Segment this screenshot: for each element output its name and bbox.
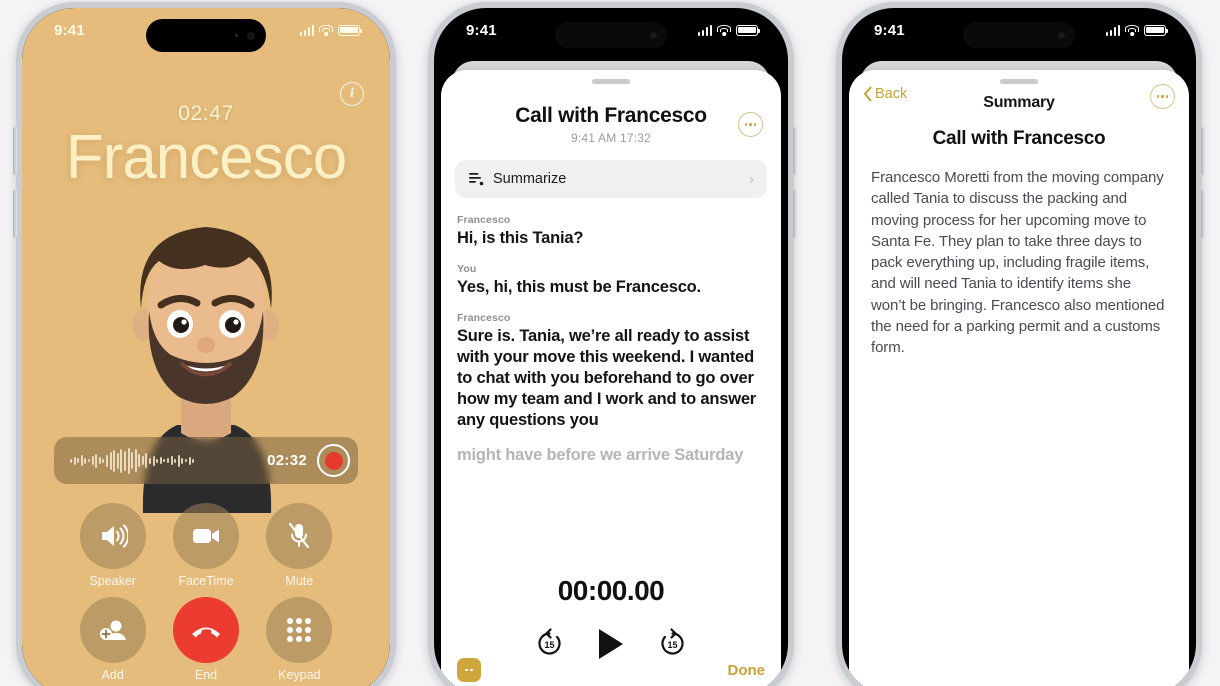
end-label: End [194,668,218,682]
record-stop-button[interactable] [317,444,350,477]
transcript-list: Francesco Hi, is this Tania? You Yes, hi… [441,198,781,466]
caller-name: Francesco [65,123,347,192]
transcript-entry: Francesco Sure is. Tania, we’re all read… [457,312,765,466]
speaker-label: Francesco [457,311,511,324]
play-button[interactable] [599,628,623,659]
chevron-right-icon: › [749,170,754,188]
chevron-left-icon [864,86,872,102]
add-call-button[interactable]: Add [79,597,146,682]
dynamic-island [146,19,266,52]
transcript-header: Call with Francesco 9:41 AM 17:32 [441,70,781,145]
end-call-icon [191,627,220,638]
end-call-button[interactable]: End [172,597,239,682]
phone-transcript-screen: 9:41 Call with Francesco 9:41 AM 17:32 S… [428,2,797,686]
nav-title: Summary [983,94,1055,111]
summary-sheet: Back Summary Call with Francesco Frances… [849,70,1189,686]
speaker-icon [101,524,128,548]
microphone-muted-icon [289,522,310,549]
facetime-button[interactable]: FaceTime [172,503,239,588]
more-options-button[interactable] [1150,84,1175,109]
keypad-icon [287,618,312,642]
skip-back-label: 15 [544,639,555,650]
audio-player: 00:00.00 15 15 [441,575,781,659]
skip-back-15-button[interactable]: 15 [534,628,565,659]
dynamic-island [555,22,667,48]
transcript-text: Yes, hi, this must be Francesco. [457,277,701,296]
status-indicators [697,24,760,36]
battery-icon [736,24,760,36]
battery-icon [1144,24,1168,36]
call-timestamp: 9:41 AM 17:32 [571,131,651,145]
back-button[interactable]: Back [863,86,907,102]
keypad-button[interactable]: Keypad [266,597,333,682]
phone-transcript-display: 9:41 Call with Francesco 9:41 AM 17:32 S… [434,8,788,686]
speaker-button[interactable]: Speaker [79,503,146,588]
wifi-icon [1125,24,1139,36]
transcript-entry: Francesco Hi, is this Tania? [457,214,765,249]
video-camera-icon [192,529,219,543]
call-controls: Speaker FaceTime Mute Add End Keypad [22,503,390,682]
summarize-row[interactable]: Summarize › [455,160,767,198]
cellular-bars-icon [697,24,712,36]
status-time: 9:41 [874,21,905,39]
transcript-text-pending: might have before we arrive Saturday [457,445,744,464]
mute-button[interactable]: Mute [266,503,333,588]
recording-duration: 02:32 [267,452,307,469]
summary-navbar: Back Summary [849,70,1189,122]
status-indicators [1105,24,1168,36]
keypad-label: Keypad [278,668,321,682]
cellular-bars-icon [1105,24,1120,36]
phone-call-display: 9:41 i 02:47 Francesco 02:32 Speaker Fac… [22,8,390,686]
player-controls: 15 15 [441,628,781,659]
skip-forward-15-button[interactable]: 15 [657,628,688,659]
summary-body: Francesco Moretti from the moving compan… [871,169,1165,357]
phone-call-screen: 9:41 i 02:47 Francesco 02:32 Speaker Fac… [13,2,396,686]
speaker-label: Francesco [457,214,511,226]
mute-label: Mute [285,574,314,588]
call-info-icon[interactable]: i [340,82,364,106]
add-label: Add [101,668,124,682]
add-person-icon [99,620,126,640]
facetime-label: FaceTime [178,574,234,588]
transcript-sheet: Call with Francesco 9:41 AM 17:32 Summar… [441,70,781,686]
transcript-text: Hi, is this Tania? [457,229,584,247]
recording-bar[interactable]: 02:32 [54,437,358,484]
done-button[interactable]: Done [728,662,766,679]
captions-button[interactable] [457,658,481,682]
phone-summary-display: 9:41 Back Summary Call with Francesco Fr… [842,8,1196,686]
skip-forward-label: 15 [667,639,678,650]
more-options-button[interactable] [738,112,763,137]
summarize-label: Summarize [493,171,567,187]
phone-summary-screen: 9:41 Back Summary Call with Francesco Fr… [836,2,1205,686]
summarize-icon [469,173,484,186]
speaker-label: Speaker [89,574,136,588]
player-timecode: 00:00.00 [557,575,665,606]
back-label: Back [875,86,908,102]
transcript-entry: You Yes, hi, this must be Francesco. [457,263,765,298]
speaker-label: You [457,262,477,275]
transcript-text: Sure is. Tania, we’re all ready to assis… [457,326,757,429]
dynamic-island [963,22,1075,48]
status-time: 9:41 [466,21,497,39]
audio-waveform [70,447,257,474]
transcript-footer: Done [441,658,781,682]
page-title: Call with Francesco [932,128,1106,149]
wifi-icon [717,24,731,36]
page-title: Call with Francesco [515,104,707,127]
